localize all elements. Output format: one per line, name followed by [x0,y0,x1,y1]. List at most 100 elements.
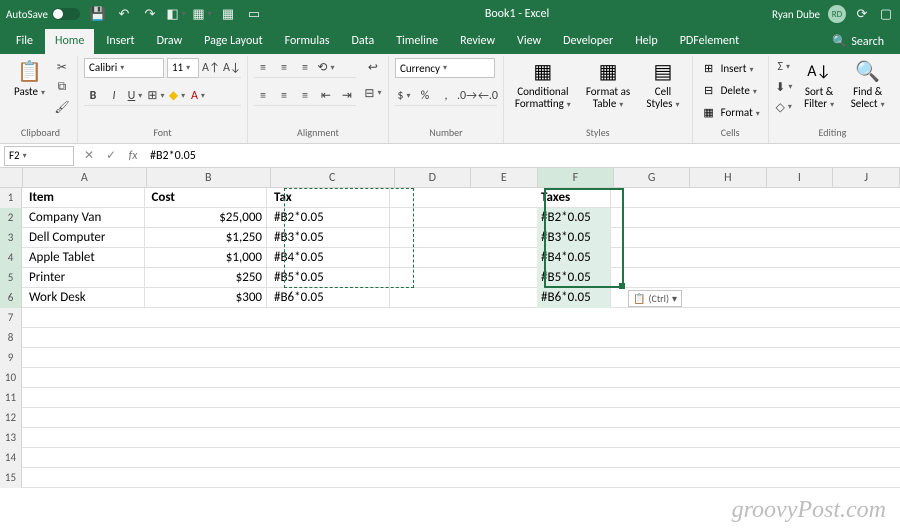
formula-input[interactable]: #B2*0.05 [144,149,900,163]
qat-item-1-icon[interactable]: ◧ [168,6,184,22]
cell-C5[interactable]: #B5*0.05 [270,268,390,288]
fx-icon[interactable]: fx [122,146,144,166]
decrease-font-icon[interactable]: A↓ [223,59,241,77]
cell-B4[interactable]: $1,000 [148,248,268,268]
col-head-E[interactable]: E [471,168,538,187]
redo-icon[interactable]: ↷ [142,6,158,22]
cell-B1[interactable]: Cost [148,188,268,208]
qat-item-3-icon[interactable]: ▦ [220,6,236,22]
align-center-icon[interactable]: ≡ [275,87,293,105]
row-head-4[interactable]: 4 [0,248,22,268]
comma-icon[interactable]: , [437,87,455,105]
find-select-button[interactable]: 🔍 Find & Select [845,58,890,112]
qat-item-4-icon[interactable]: ▭ [246,6,262,22]
row-head-5[interactable]: 5 [0,268,22,288]
tab-draw[interactable]: Draw [147,29,193,54]
increase-font-icon[interactable]: A↑ [202,59,220,77]
cell-A6[interactable]: Work Desk [25,288,145,308]
tab-insert[interactable]: Insert [96,29,144,54]
row-head-2[interactable]: 2 [0,208,22,228]
cell-C1[interactable]: Tax [270,188,390,208]
row-head-12[interactable]: 12 [0,408,22,428]
ribbon-display-icon[interactable]: ▢ [878,6,894,22]
col-head-B[interactable]: B [147,168,271,187]
cell-A1[interactable]: Item [25,188,145,208]
cell-F5[interactable]: #B5*0.05 [537,268,611,288]
fill-color-icon[interactable]: ◆ [168,87,186,105]
cell-A5[interactable]: Printer [25,268,145,288]
cell-C4[interactable]: #B4*0.05 [270,248,390,268]
cut-icon[interactable]: ✂ [53,58,71,76]
col-head-J[interactable]: J [833,168,900,187]
select-all-button[interactable] [0,168,23,187]
paste-options-button[interactable]: 📋 (Ctrl) ▾ [628,290,682,307]
conditional-formatting-button[interactable]: ▦ Conditional Formatting [510,58,576,112]
tab-data[interactable]: Data [342,29,385,54]
font-color-icon[interactable]: A [189,87,207,105]
insert-cells-button[interactable]: ⊞Insert [699,58,762,78]
row-head-11[interactable]: 11 [0,388,22,408]
col-head-I[interactable]: I [767,168,834,187]
underline-button[interactable]: U [126,87,144,105]
row-head-14[interactable]: 14 [0,448,22,468]
col-head-D[interactable]: D [395,168,471,187]
cell-styles-button[interactable]: ▤ Cell Styles [640,58,685,112]
number-format-select[interactable]: Currency [395,58,495,78]
row-head-10[interactable]: 10 [0,368,22,388]
save-icon[interactable]: 💾 [90,6,106,22]
format-cells-button[interactable]: ▦Format [699,102,762,122]
cell-C2[interactable]: #B2*0.05 [270,208,390,228]
cell-F1[interactable]: Taxes [537,188,611,208]
clear-icon[interactable]: ◇ [775,98,793,116]
font-name-select[interactable]: Calibri [84,58,164,78]
cell-B5[interactable]: $250 [148,268,268,288]
tab-pdfelement[interactable]: PDFelement [670,29,749,54]
paste-button[interactable]: 📋 Paste [10,58,49,100]
font-size-select[interactable]: 11 [167,58,199,78]
sync-icon[interactable]: ⟳ [854,6,870,22]
decrease-decimal-icon[interactable]: ←.0 [479,87,497,105]
orientation-icon[interactable]: ⟲ [317,59,335,77]
align-bottom-icon[interactable]: ≡ [296,59,314,77]
spreadsheet-grid[interactable]: A B C D E F G H I J 1 Item Cost Tax Taxe… [0,168,900,488]
tab-help[interactable]: Help [625,29,668,54]
row-head-7[interactable]: 7 [0,308,22,328]
autosave-toggle[interactable]: AutoSave [6,8,80,21]
delete-cells-button[interactable]: ⊟Delete [699,80,762,100]
cell-F6[interactable]: #B6*0.05 [537,288,611,308]
row-head-15[interactable]: 15 [0,468,22,488]
tab-view[interactable]: View [507,29,551,54]
cell-F4[interactable]: #B4*0.05 [537,248,611,268]
cell-B2[interactable]: $25,000 [148,208,268,228]
bold-button[interactable]: B [84,87,102,105]
tab-file[interactable]: File [6,29,43,54]
cell-F3[interactable]: #B3*0.05 [537,228,611,248]
copy-icon[interactable]: ⧉ [53,78,71,96]
cell-B6[interactable]: $300 [148,288,268,308]
accounting-icon[interactable]: $ [395,87,413,105]
tab-review[interactable]: Review [450,29,505,54]
cell-C6[interactable]: #B6*0.05 [270,288,390,308]
row-head-8[interactable]: 8 [0,328,22,348]
col-head-C[interactable]: C [271,168,395,187]
cell-B3[interactable]: $1,250 [148,228,268,248]
qat-item-2-icon[interactable]: ▦ [194,6,210,22]
format-as-table-button[interactable]: ▦ Format as Table [580,58,637,112]
cell-A4[interactable]: Apple Tablet [25,248,145,268]
user-account[interactable]: Ryan Dube RD ⟳ ▢ [772,5,894,23]
undo-icon[interactable]: ↶ [116,6,132,22]
cell-C3[interactable]: #B3*0.05 [270,228,390,248]
percent-icon[interactable]: % [416,87,434,105]
tab-page-layout[interactable]: Page Layout [194,29,272,54]
fill-icon[interactable]: ⬇ [775,78,793,96]
tab-formulas[interactable]: Formulas [275,29,340,54]
col-head-F[interactable]: F [538,168,614,187]
increase-decimal-icon[interactable]: .0→ [458,87,476,105]
col-head-H[interactable]: H [690,168,766,187]
row-head-6[interactable]: 6 [0,288,22,308]
row-head-1[interactable]: 1 [0,188,22,208]
wrap-text-icon[interactable]: ↩ [364,58,382,76]
row-head-9[interactable]: 9 [0,348,22,368]
border-icon[interactable]: ⊞ [147,87,165,105]
increase-indent-icon[interactable]: ⇥ [338,87,356,105]
